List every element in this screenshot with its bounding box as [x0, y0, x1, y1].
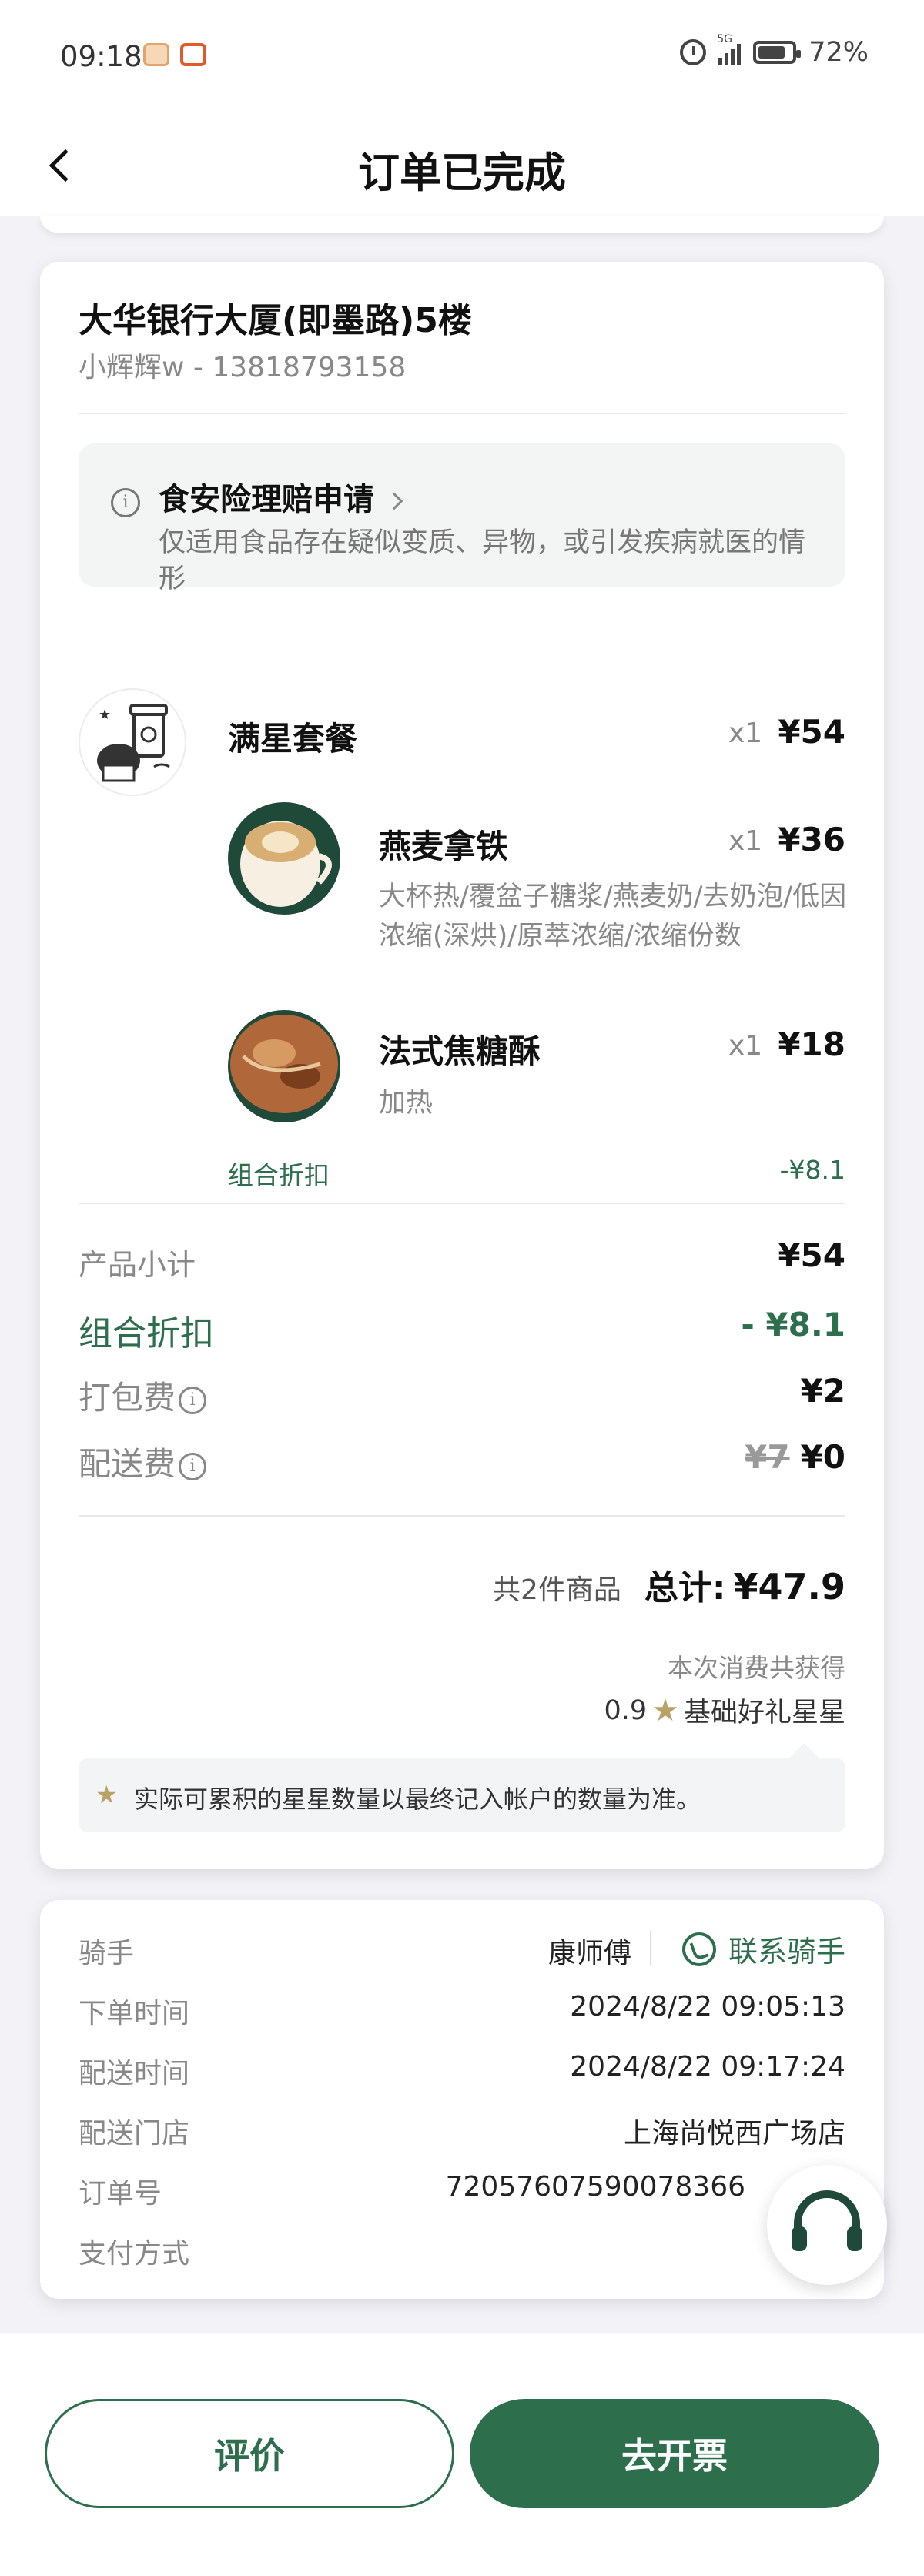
packing-fee-label: 打包费 i [79, 1372, 207, 1419]
network-type: 5G [717, 33, 732, 45]
delivery-fee-original: ¥7 [745, 1438, 790, 1476]
item-count: 共2件商品 [492, 1574, 621, 1606]
caramel-pastry-name: 法式焦糖酥 [379, 1032, 541, 1070]
delivery-time-row: 配送时间 2024/8/22 09:17:24 [79, 2051, 845, 2097]
rider-label: 骑手 [79, 1938, 135, 1969]
alarm-icon [680, 39, 707, 65]
status-app-icons [143, 43, 206, 66]
combo-discount-value: -¥8.1 [779, 1155, 845, 1185]
contact-rider-button[interactable]: 联系骑手 [681, 1928, 845, 1970]
oat-latte-options: 大杯热/覆盆子糖浆/燕麦奶/去奶泡/低因浓缩(深烘)/原萃浓缩/浓缩份数 [379, 882, 847, 952]
stars-note-text: 实际可累积的星星数量以最终记入帐户的数量为准。 [134, 1785, 701, 1814]
payment-row: 支付方式 [79, 2231, 845, 2277]
packing-fee-value: ¥2 [800, 1372, 845, 1410]
insurance-description: 仅适用食品存在疑似变质、异物，或引发疾病就医的情形 [159, 527, 806, 594]
total-value: ¥47.9 [733, 1566, 845, 1607]
oat-latte-price: ¥36 [778, 821, 845, 858]
discount-value: - ¥8.1 [741, 1306, 845, 1343]
review-button[interactable]: 评价 [45, 2399, 454, 2508]
delivery-fee-value: ¥7 ¥0 [745, 1438, 845, 1476]
order-info-card: 骑手 康师傅 联系骑手 下单时间 2024/8/22 09:05:13 配送时间… [40, 1900, 884, 2299]
insurance-title: 食安险理赔申请 [159, 474, 403, 519]
earn-label: 本次消费共获得 [668, 1653, 845, 1683]
store-row: 配送门店 上海尚悦西广场店 [79, 2111, 845, 2157]
status-time: 09:18 [60, 40, 142, 73]
stars-note: ★ 实际可累积的星星数量以最终记入帐户的数量为准。 [79, 1743, 845, 1832]
store-value: 上海尚悦西广场店 [623, 2118, 845, 2149]
order-total: 共2件商品 总计: ¥47.9 [493, 1560, 845, 1609]
app-notification-icon [143, 43, 169, 66]
caramel-pastry-image [228, 1010, 340, 1122]
combo-discount-label: 组合折扣 [228, 1160, 330, 1190]
bottom-action-bar: 评价 去开票 [0, 2333, 924, 2576]
battery-icon [753, 41, 802, 64]
recipient-contact: 小辉辉w - 13818793158 [79, 352, 407, 383]
previous-card-edge [40, 216, 884, 233]
insurance-claim-banner[interactable]: i 食安险理赔申请 仅适用食品存在疑似变质、异物，或引发疾病就医的情形 [79, 443, 845, 594]
rider-name: 康师傅 [547, 1938, 631, 1969]
delivery-time-value: 2024/8/22 09:17:24 [570, 2051, 845, 2083]
stars-label: 基础好礼星星 [683, 1698, 845, 1728]
set-meal-price: ¥54 [778, 713, 845, 751]
divider [79, 1515, 845, 1517]
delivery-address: 大华银行大厦(即墨路)5楼 [79, 301, 472, 340]
stars-value: 0.9 [604, 1694, 648, 1726]
info-icon[interactable]: i [179, 1452, 207, 1480]
oat-latte-image [228, 802, 340, 915]
divider [79, 1203, 845, 1204]
order-card: 大华银行大厦(即墨路)5楼 小辉辉w - 13818793158 i 食安险理赔… [40, 262, 884, 1869]
star-icon: ★ [95, 1780, 118, 1809]
delivery-time-label: 配送时间 [79, 2058, 190, 2089]
subtotal-value: ¥54 [778, 1236, 845, 1274]
status-indicators: 5G 72% [680, 33, 869, 68]
battery-percent: 72% [808, 37, 869, 68]
order-number-value: 72057607590078366 [445, 2171, 745, 2203]
subtotal-label: 产品小计 [79, 1248, 196, 1282]
set-meal-qty: x1 [728, 718, 763, 749]
svg-text:★: ★ [99, 707, 111, 723]
order-time-row: 下单时间 2024/8/22 09:05:13 [79, 1991, 845, 2037]
payment-label: 支付方式 [79, 2238, 190, 2270]
total-label: 总计: [644, 1568, 726, 1607]
star-icon: ★ [651, 1692, 679, 1728]
oat-latte-qty: x1 [728, 825, 763, 857]
order-time-value: 2024/8/22 09:05:13 [570, 1991, 845, 2022]
stars-earned: 0.9 ★ 基础好礼星星 [604, 1691, 845, 1730]
customer-support-button[interactable] [767, 2165, 887, 2285]
nav-bar: 订单已完成 [0, 115, 924, 216]
store-label: 配送门店 [79, 2118, 190, 2149]
page-title: 订单已完成 [358, 149, 566, 197]
order-time-label: 下单时间 [79, 1998, 190, 2029]
info-icon[interactable]: i [179, 1386, 207, 1414]
discount-label: 组合折扣 [79, 1314, 214, 1353]
caramel-pastry-options: 加热 [379, 1088, 434, 1119]
caramel-pastry-qty: x1 [728, 1030, 763, 1062]
order-number-row: 订单号 72057607590078366 [79, 2171, 845, 2217]
status-bar: 09:18 5G 72% [0, 0, 924, 115]
invoice-button[interactable]: 去开票 [470, 2399, 879, 2508]
rider-row: 骑手 康师傅 联系骑手 [79, 1931, 845, 1977]
set-meal-name: 满星套餐 [228, 720, 358, 758]
caramel-pastry-price: ¥18 [778, 1025, 845, 1063]
chevron-right-icon [385, 492, 403, 510]
signal-icon: 5G [717, 33, 742, 65]
app-notification-icon [180, 43, 206, 66]
oat-latte-name: 燕麦拿铁 [379, 828, 509, 865]
set-meal-image: ★ [79, 688, 186, 796]
info-icon: i [111, 488, 140, 517]
phone-icon [681, 1932, 716, 1966]
headset-icon [792, 2190, 862, 2251]
delivery-fee-label: 配送费 i [79, 1438, 207, 1485]
divider [79, 413, 845, 414]
order-number-label: 订单号 [79, 2178, 162, 2210]
